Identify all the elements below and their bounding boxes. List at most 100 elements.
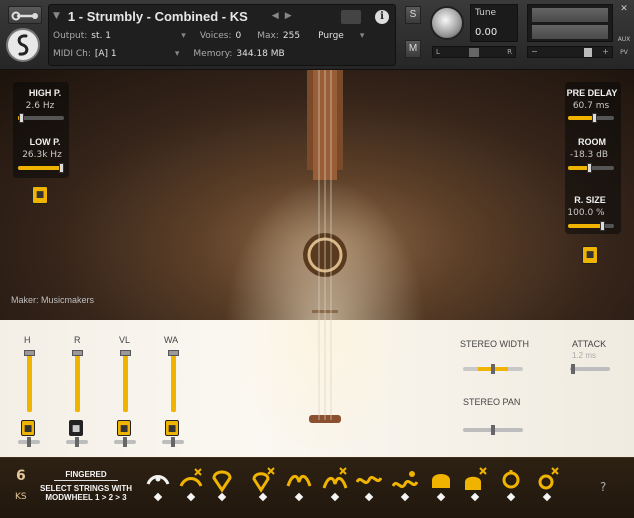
output-value[interactable]: st. 1: [91, 31, 181, 41]
keyswitch-diamond-icon[interactable]: [506, 492, 516, 502]
mixer-pan-vl[interactable]: [114, 437, 136, 447]
stereo-width-slider[interactable]: [463, 364, 523, 374]
tune-knob[interactable]: [430, 6, 464, 40]
volume-slider[interactable]: − +: [527, 46, 613, 58]
swirl-logo-icon: [17, 34, 29, 56]
mixer-handle-r[interactable]: [72, 350, 83, 356]
pan-center-handle[interactable]: [469, 48, 479, 57]
stereo-pan-slider[interactable]: [463, 425, 523, 435]
low-pass-handle[interactable]: [59, 163, 64, 173]
wrench-button[interactable]: [8, 6, 42, 24]
room-slider[interactable]: [568, 163, 614, 173]
info-icon[interactable]: i: [375, 10, 389, 24]
low-pass-slider[interactable]: [18, 163, 64, 173]
keyswitch-diamond-icon[interactable]: [364, 492, 374, 502]
hint-line-2: MODWHEEL 1 > 2 > 3: [45, 493, 127, 502]
keyswitch-diamond-icon[interactable]: [153, 492, 163, 502]
keyswitch-diamond-icon[interactable]: [186, 492, 196, 502]
prev-instrument-icon[interactable]: ◀: [272, 11, 279, 21]
memory-label: Memory:: [193, 49, 233, 59]
pre-delay-label: PRE DELAY: [566, 88, 618, 98]
tune-display: Tune 0.00: [470, 4, 518, 42]
reverb-size-handle[interactable]: [600, 221, 605, 231]
voices-value: 0: [235, 31, 242, 41]
mixer-pan-wa[interactable]: [162, 437, 184, 447]
pre-delay-slider[interactable]: [568, 113, 614, 123]
mixer-slider-h[interactable]: [24, 350, 35, 412]
max-voices-value[interactable]: 255: [283, 31, 300, 41]
pan-slider[interactable]: L R: [432, 46, 516, 58]
keyswitch-diamond-icon[interactable]: [294, 492, 304, 502]
purge-dropdown-icon[interactable]: ▾: [360, 31, 365, 41]
room-value: -18.3 dB: [569, 150, 609, 160]
reverb-size-slider[interactable]: [568, 221, 614, 231]
pick-drop-icon[interactable]: [209, 466, 235, 494]
ring-x-icon[interactable]: [534, 466, 560, 494]
volume-handle[interactable]: [584, 48, 592, 57]
mixer-handle-vl[interactable]: [120, 350, 131, 356]
mixer-handle-h[interactable]: [24, 350, 35, 356]
mixer-pan-h[interactable]: [18, 437, 40, 447]
expand-arrow-icon[interactable]: ▼: [53, 11, 60, 21]
pv-button[interactable]: PV: [616, 49, 632, 56]
help-icon[interactable]: ?: [600, 480, 606, 494]
stereo-width-handle[interactable]: [491, 364, 495, 374]
pick-drop-x-icon[interactable]: [250, 466, 276, 494]
slide-wave-x-icon[interactable]: [391, 466, 419, 494]
snapshot-camera-icon[interactable]: [341, 10, 361, 24]
solo-button[interactable]: S: [405, 6, 421, 24]
mixer-handle-wa[interactable]: [168, 350, 179, 356]
mixer-slider-r[interactable]: [72, 350, 83, 412]
stereo-pan-handle[interactable]: [491, 425, 495, 435]
reverb-lock-button[interactable]: ■: [582, 246, 598, 264]
keyswitch-diamond-icon[interactable]: [436, 492, 446, 502]
aux-button[interactable]: AUX: [616, 36, 632, 43]
midi-channel-value[interactable]: [A] 1: [95, 49, 175, 59]
midi-label: MIDI Ch:: [53, 49, 91, 59]
pre-delay-handle[interactable]: [592, 113, 597, 123]
meter-right: [532, 25, 608, 39]
mixer-lock-wa[interactable]: ■: [165, 420, 179, 436]
tremolo-icon[interactable]: [428, 466, 454, 494]
ring-icon[interactable]: [498, 466, 524, 494]
slide-wave-icon[interactable]: [355, 466, 383, 494]
keyswitch-diamond-icon[interactable]: [330, 492, 340, 502]
keyswitch-diamond-icon[interactable]: [470, 492, 480, 502]
filter-lock-button[interactable]: ■: [32, 186, 48, 204]
keyswitch-diamond-icon[interactable]: [217, 492, 227, 502]
voices-label: Voices:: [199, 31, 232, 41]
mixer-label-h: H: [24, 335, 31, 345]
mute-button[interactable]: M: [405, 40, 421, 58]
attack-slider[interactable]: [570, 364, 610, 374]
keyswitch-diamond-icon[interactable]: [400, 492, 410, 502]
pick-loop-x-icon[interactable]: [322, 466, 348, 494]
keyswitch-diamond-icon[interactable]: [258, 492, 268, 502]
pick-arc-icon[interactable]: [145, 466, 171, 494]
output-dropdown-icon[interactable]: ▾: [181, 31, 186, 41]
mixer-slider-wa[interactable]: [168, 350, 179, 412]
wrench-icon: [11, 11, 38, 21]
keyswitch-diamond-icon[interactable]: [542, 492, 552, 502]
articulation-name: FINGERED: [54, 470, 118, 481]
purge-button[interactable]: Purge: [318, 31, 344, 41]
pick-arc-x-icon[interactable]: [178, 466, 204, 494]
mixer-lock-h[interactable]: ■: [21, 420, 35, 436]
mixer-fill-wa: [171, 353, 176, 412]
mixer-lock-r[interactable]: ■: [69, 420, 83, 436]
tremolo-x-icon[interactable]: [462, 466, 488, 494]
mixer-lock-vl[interactable]: ■: [117, 420, 131, 436]
midi-dropdown-icon[interactable]: ▾: [175, 49, 180, 59]
high-pass-slider[interactable]: [18, 113, 64, 123]
articulation-bar: 6 KS FINGERED SELECT STRINGS WITH MODWHE…: [0, 457, 634, 518]
attack-handle[interactable]: [571, 364, 575, 374]
mixer-pan-r[interactable]: [66, 437, 88, 447]
tune-value[interactable]: 0.00: [475, 27, 497, 38]
close-icon[interactable]: ✕: [616, 4, 632, 14]
stereo-width-label: STEREO WIDTH: [460, 339, 529, 349]
pick-loop-icon[interactable]: [286, 466, 312, 494]
mixer-slider-vl[interactable]: [120, 350, 131, 412]
instrument-title[interactable]: 1 - Strumbly - Combined - KS: [68, 9, 248, 24]
room-handle[interactable]: [587, 163, 592, 173]
next-instrument-icon[interactable]: ▶: [285, 11, 292, 21]
high-pass-handle[interactable]: [19, 113, 24, 123]
